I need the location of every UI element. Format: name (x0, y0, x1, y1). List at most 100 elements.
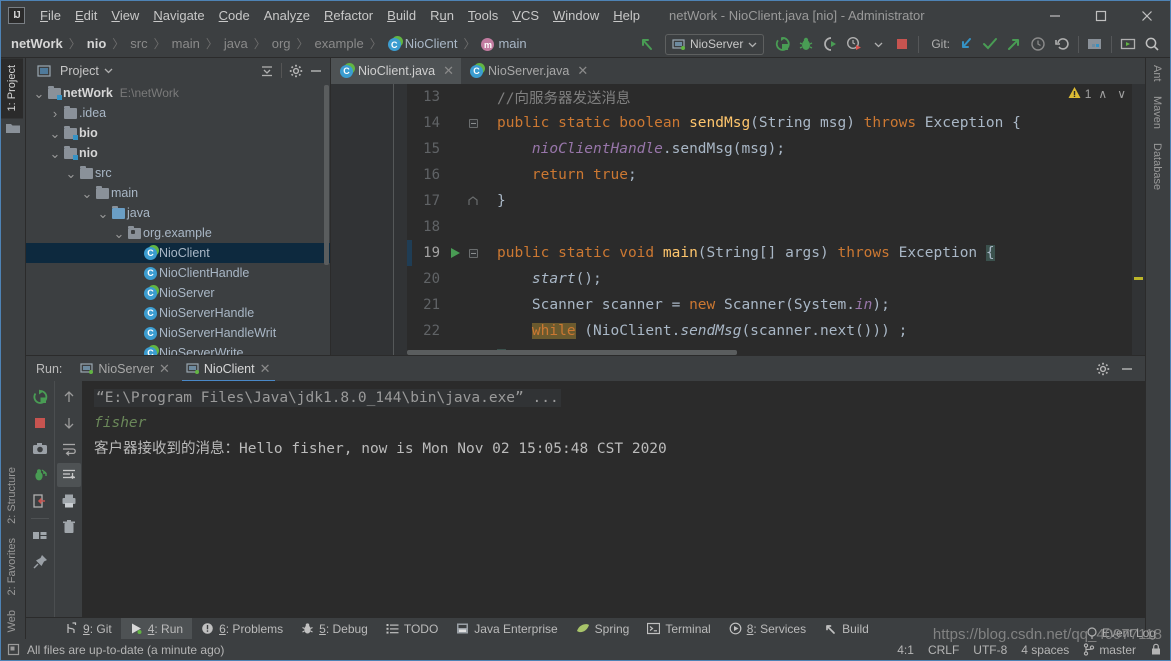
chevron-down-icon[interactable]: ⌄ (112, 227, 126, 240)
breadcrumb-item-network[interactable]: netWork (9, 34, 65, 53)
code-line[interactable]: 17} (407, 188, 1145, 214)
hide-icon[interactable] (306, 61, 326, 81)
tool-strip-button-2-structure[interactable]: 2: Structure (1, 460, 23, 531)
run-with-coverage-icon[interactable] (818, 32, 842, 56)
tool-strip-button-2-favorites[interactable]: 2: Favorites (1, 531, 23, 602)
close-icon[interactable]: ✕ (159, 361, 170, 377)
maximize-button[interactable] (1078, 1, 1124, 30)
tree-row[interactable]: ⌄ nio (26, 143, 330, 163)
run-gutter-icon[interactable] (447, 247, 463, 259)
print-icon[interactable] (57, 489, 81, 513)
breadcrumb-item-nioclient[interactable]: C NioClient (386, 34, 460, 53)
code-line[interactable]: 19 public static void main(String[] args)… (407, 240, 1145, 266)
down-icon[interactable] (57, 411, 81, 435)
bottom-tool-5-debug[interactable]: 5: Debug (292, 618, 377, 640)
project-structure-icon[interactable] (1083, 32, 1107, 56)
chevron-down-icon[interactable]: ⌄ (96, 207, 110, 220)
code-editor[interactable]: 13 //向服务器发送消息 14 public static boolean send… (331, 84, 1145, 355)
code-line[interactable]: 20 start(); (407, 266, 1145, 292)
chevron-down-icon[interactable]: ⌄ (48, 127, 62, 140)
tree-row[interactable]: › .idea (26, 103, 330, 123)
close-icon[interactable]: ✕ (260, 361, 271, 377)
menu-item-navigate[interactable]: Navigate (146, 4, 211, 27)
tree-row[interactable]: ⌄ java (26, 203, 330, 223)
breadcrumb-item-main[interactable]: m main (479, 34, 528, 53)
tree-row[interactable]: C NioServerHandleWrit (26, 323, 330, 343)
warning-marker[interactable] (1134, 277, 1143, 280)
console-output[interactable]: “E:\Program Files\Java\jdk1.8.0_144\bin\… (82, 381, 1145, 617)
lock-icon[interactable] (1150, 643, 1162, 656)
menu-item-tools[interactable]: Tools (461, 4, 505, 27)
menu-item-file[interactable]: File (33, 4, 68, 27)
tool-strip-button-1-project[interactable]: 1: Project (1, 58, 23, 119)
search-everywhere-icon[interactable] (1140, 32, 1164, 56)
tool-strip-button-database[interactable]: Database (1146, 136, 1168, 197)
code-line[interactable]: 18 (407, 214, 1145, 240)
chevron-down-icon[interactable]: ⌄ (32, 87, 46, 100)
debug-icon[interactable] (794, 32, 818, 56)
gear-icon[interactable] (1093, 359, 1113, 379)
menu-item-vcs[interactable]: VCS (505, 4, 546, 27)
run-tab-nioserver[interactable]: NioServer ✕ (72, 356, 177, 382)
menu-item-view[interactable]: View (104, 4, 146, 27)
hide-icon[interactable] (1117, 359, 1137, 379)
event-log-widget[interactable]: Event Log (1086, 626, 1156, 640)
tree-row[interactable]: ⌄ src (26, 163, 330, 183)
vcs-push-icon[interactable] (1002, 32, 1026, 56)
git-branch-widget[interactable]: master (1083, 643, 1136, 657)
code-line[interactable]: 15 nioClientHandle.sendMsg(msg); (407, 136, 1145, 162)
device-manager-icon[interactable] (1116, 32, 1140, 56)
code-line[interactable]: 21 Scanner scanner = new Scanner(System.… (407, 292, 1145, 318)
chevron-down-icon[interactable]: ⌄ (48, 147, 62, 160)
run-icon[interactable] (770, 32, 794, 56)
profiler-icon[interactable] (842, 32, 866, 56)
chevron-down-icon[interactable]: ⌄ (64, 167, 78, 180)
editor-gutter[interactable] (331, 84, 407, 355)
stop-icon[interactable] (28, 411, 52, 435)
tree-row[interactable]: ⌄ netWork E:\netWork (26, 83, 330, 103)
folder-icon[interactable] (1, 118, 25, 138)
bottom-tool-terminal[interactable]: Terminal (638, 618, 719, 640)
menu-item-build[interactable]: Build (380, 4, 423, 27)
bottom-tool-java-enterprise[interactable]: Java Enterprise (447, 618, 566, 640)
profiler-dropdown-icon[interactable] (866, 32, 890, 56)
pin-icon[interactable] (28, 550, 52, 574)
tree-scrollbar[interactable] (324, 85, 329, 265)
menu-item-help[interactable]: Help (606, 4, 647, 27)
trash-icon[interactable] (57, 515, 81, 539)
bottom-tool-8-services[interactable]: 8: Services (720, 618, 815, 640)
back-arrow-icon[interactable] (635, 32, 659, 56)
close-button[interactable] (1124, 1, 1170, 30)
fold-icon[interactable] (463, 196, 483, 206)
run-tab-nioclient[interactable]: NioClient ✕ (178, 356, 279, 382)
vcs-revert-icon[interactable] (1050, 32, 1074, 56)
camera-icon[interactable] (28, 437, 52, 461)
tree-row[interactable]: C NioServer (26, 283, 330, 303)
tree-row[interactable]: ⌄ org.example (26, 223, 330, 243)
tree-row[interactable]: C NioServerHandle (26, 303, 330, 323)
tree-row[interactable]: ⌄ main (26, 183, 330, 203)
run-configuration-selector[interactable]: NioServer (664, 33, 765, 55)
menu-item-analyze[interactable]: Analyze (257, 4, 317, 27)
menu-item-code[interactable]: Code (212, 4, 257, 27)
bottom-tool-6-problems[interactable]: 6: Problems (192, 618, 292, 640)
stop-icon[interactable] (890, 32, 914, 56)
bottom-tool-spring[interactable]: Spring (567, 618, 639, 640)
editor-tab-nioserver-java[interactable]: C NioServer.java ✕ (461, 58, 596, 84)
bottom-tool-4-run[interactable]: 4: Run (120, 617, 193, 640)
file-encoding[interactable]: UTF-8 (973, 643, 1007, 657)
vcs-history-icon[interactable] (1026, 32, 1050, 56)
vcs-update-icon[interactable] (954, 32, 978, 56)
chevron-down-icon[interactable] (99, 61, 119, 81)
close-icon[interactable]: ✕ (443, 63, 454, 79)
editor-tab-nioclient-java[interactable]: C NioClient.java ✕ (331, 58, 462, 84)
up-icon[interactable] (57, 385, 81, 409)
indent-setting[interactable]: 4 spaces (1021, 643, 1069, 657)
scroll-to-end-icon[interactable] (56, 463, 81, 487)
breadcrumb-item-main[interactable]: main (170, 34, 202, 53)
prev-problem-icon[interactable]: ∧ (1095, 87, 1110, 101)
editor-marker-bar[interactable] (1132, 84, 1145, 355)
tree-row[interactable]: C NioServerWrite (26, 343, 330, 355)
code-lines[interactable]: 13 //向服务器发送消息 14 public static boolean send… (407, 84, 1145, 355)
tool-strip-button-web[interactable]: Web (1, 603, 23, 639)
